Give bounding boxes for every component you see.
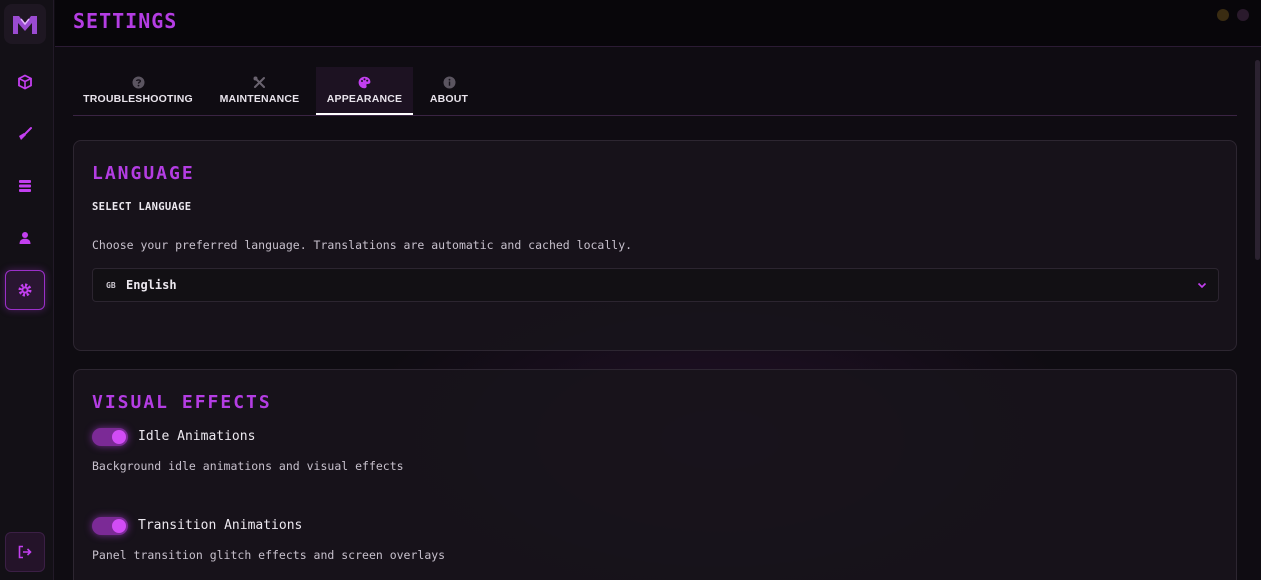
tab-label: MAINTENANCE <box>219 93 300 105</box>
chevron-down-icon <box>1197 282 1207 289</box>
transition-animations-toggle[interactable] <box>92 517 128 535</box>
user-icon <box>19 232 31 244</box>
idle-animations-label: Idle Animations <box>138 429 256 444</box>
sidebar-item-user[interactable] <box>5 218 45 258</box>
app-logo-icon <box>13 16 37 34</box>
language-select-value: English <box>126 278 177 292</box>
language-panel: LANGUAGE SELECT LANGUAGE Choose your pre… <box>73 140 1237 351</box>
sidebar-item-broom[interactable] <box>5 114 45 154</box>
idle-animations-description: Background idle animations and visual ef… <box>92 459 404 473</box>
header: SETTINGS <box>55 0 1261 47</box>
sidebar-item-server[interactable] <box>5 166 45 206</box>
tab-appearance[interactable]: APPEARANCE <box>316 67 413 115</box>
app-window: SETTINGS TROUBLESHOOTING MAINTENANCE APP… <box>0 0 1261 580</box>
flag-icon: GB <box>106 281 116 290</box>
transition-animations-description: Panel transition glitch effects and scre… <box>92 548 446 562</box>
question-circle-icon <box>132 76 144 89</box>
info-circle-icon <box>443 76 455 89</box>
sidebar <box>0 0 54 580</box>
app-logo[interactable] <box>4 4 46 44</box>
close-button[interactable] <box>1237 9 1249 21</box>
idle-animations-toggle[interactable] <box>92 428 128 446</box>
logout-button[interactable] <box>5 532 45 572</box>
section-title: VISUAL EFFECTS <box>92 392 272 413</box>
tab-label: TROUBLESHOOTING <box>83 93 193 105</box>
tab-about[interactable]: ABOUT <box>419 67 479 115</box>
page-title: SETTINGS <box>73 9 178 33</box>
tab-troubleshooting[interactable]: TROUBLESHOOTING <box>73 67 203 115</box>
minimize-button[interactable] <box>1217 9 1229 21</box>
sidebar-item-cube[interactable] <box>5 62 45 102</box>
language-description: Choose your preferred language. Translat… <box>92 238 633 252</box>
tab-label: APPEARANCE <box>326 93 403 105</box>
tab-label: ABOUT <box>429 93 469 105</box>
visual-effects-panel: VISUAL EFFECTS Idle Animations Backgroun… <box>73 369 1237 580</box>
section-title: LANGUAGE <box>92 163 195 184</box>
settings-tabs: TROUBLESHOOTING MAINTENANCE APPEARANCE A… <box>73 67 1237 116</box>
broom-icon <box>19 127 32 140</box>
language-select[interactable]: GB English <box>92 268 1219 302</box>
toggle-knob <box>112 430 126 444</box>
logout-icon <box>18 545 32 559</box>
gear-icon <box>18 283 32 297</box>
server-icon <box>19 180 31 192</box>
scrollbar[interactable] <box>1255 60 1260 260</box>
transition-animations-label: Transition Animations <box>138 518 303 533</box>
toggle-knob <box>112 519 126 533</box>
select-language-label: SELECT LANGUAGE <box>92 201 192 213</box>
palette-icon <box>358 76 371 89</box>
tab-maintenance[interactable]: MAINTENANCE <box>207 67 312 115</box>
tools-icon <box>253 76 265 88</box>
sidebar-item-settings[interactable] <box>5 270 45 310</box>
cube-icon <box>18 74 32 90</box>
